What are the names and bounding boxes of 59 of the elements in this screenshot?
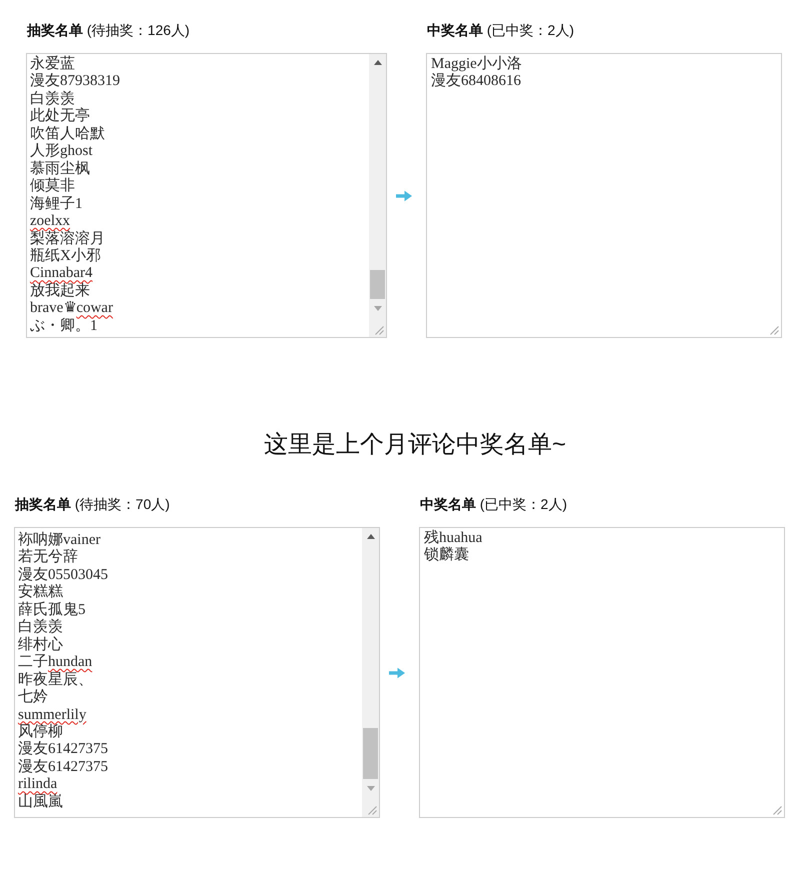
list-entry: zoelxx	[30, 213, 70, 230]
list-entry: 二子hundan	[18, 654, 92, 671]
arrow-right-icon	[396, 190, 412, 202]
list-entry: 袮呐娜vainer	[18, 532, 100, 548]
list-entry: 山風嵐	[18, 794, 63, 812]
list-entry: 安糕糕	[18, 584, 63, 602]
list-entry: 梨落溶溶月	[30, 230, 105, 248]
list-entry: 吹笛人哈默	[30, 126, 105, 143]
scroll-up-icon[interactable]	[366, 534, 374, 539]
list-entry: 绯村心	[18, 636, 63, 654]
list-entry: 昨夜星辰、	[18, 672, 93, 688]
list-entry: rilinda	[18, 776, 58, 794]
list-entry: 漫友05503045	[18, 566, 108, 583]
scrollbar-thumb[interactable]	[363, 728, 378, 779]
panel-title: 抽奖名单 (待抽奖：70人)	[14, 495, 170, 514]
arrow-right-icon	[389, 666, 405, 678]
scroll-up-icon[interactable]	[374, 60, 382, 65]
section-heading: 这里是上个月评论中奖名单~	[264, 430, 566, 460]
list-entry: 此处无亭	[30, 108, 90, 126]
list-entry: 放我起来	[30, 282, 90, 300]
list-entry: 漫友61427375	[18, 741, 108, 759]
list-textarea[interactable]: Maggie小小洛 漫友68408616	[426, 53, 782, 338]
panel-title: 中奖名单 (已中奖：2人)	[419, 495, 567, 514]
scrollbar[interactable]	[362, 528, 379, 817]
resize-grip-icon[interactable]	[374, 325, 384, 335]
list-entry: brave♛cowar	[30, 300, 113, 318]
list-entry: ぶ・卿。1	[30, 318, 98, 336]
list-entry: 漫友61427375	[18, 758, 108, 776]
list-textarea[interactable]: 残huahua 锁麟囊	[419, 527, 785, 818]
scrollbar-thumb[interactable]	[370, 270, 385, 299]
list-entry: 白羡羡	[30, 90, 75, 107]
panel-title: 中奖名单 (已中奖：2人)	[426, 21, 574, 40]
resize-grip-icon[interactable]	[772, 805, 782, 815]
list-entry: 海鲤子1	[30, 196, 82, 214]
list-entry: 残huahua	[424, 530, 482, 546]
list-entry: 风停柳	[18, 724, 63, 741]
resize-grip-icon[interactable]	[769, 325, 779, 335]
list-entry: 慕雨尘枫	[30, 160, 90, 178]
scroll-down-icon[interactable]	[366, 786, 374, 790]
list-entry: 若无兮辞	[18, 549, 78, 567]
list-entry: Cinnabar4	[30, 265, 92, 282]
list-entry: 倾莫非	[30, 178, 75, 196]
list-entry: 薛氏孤鬼5	[18, 602, 86, 618]
list-entry: 七妗	[18, 689, 48, 707]
resize-grip-icon[interactable]	[367, 805, 377, 815]
list-entry: 漫友68408616	[431, 73, 521, 91]
list-textarea[interactable]: 袮呐娜vainer 若无兮辞 漫友05503045 安糕糕 薛氏孤鬼5 白羡羡 绯村心 二子hundan 昨夜星辰、 七妗 summerlily 风停柳 漫友61427375 漫友61427375 rilinda 山風嵐	[14, 527, 380, 818]
list-entry: 瓶纸X小邪	[30, 248, 101, 266]
list-entry: 永爱蓝	[30, 56, 75, 73]
list-entry: summerlily	[18, 706, 86, 724]
scrollbar[interactable]	[369, 54, 386, 337]
panel-title: 抽奖名单 (待抽奖：126人)	[26, 21, 190, 40]
list-entry: 白羡羡	[18, 619, 63, 636]
scroll-down-icon[interactable]	[374, 306, 382, 310]
list-entry: 人形ghost	[30, 143, 93, 160]
list-entry: Maggie小小洛	[431, 56, 522, 73]
list-entry: 锁麟囊	[424, 547, 469, 565]
list-entry: 漫友87938319	[30, 73, 120, 90]
list-textarea[interactable]: 永爱蓝 漫友87938319 白羡羡 此处无亭 吹笛人哈默 人形ghost 慕雨尘枫 倾莫非 海鲤子1 zoelxx 梨落溶溶月 瓶纸X小邪 Cinnabar4 放我起来 brave♛cowar ぶ・卿。1	[26, 53, 387, 338]
